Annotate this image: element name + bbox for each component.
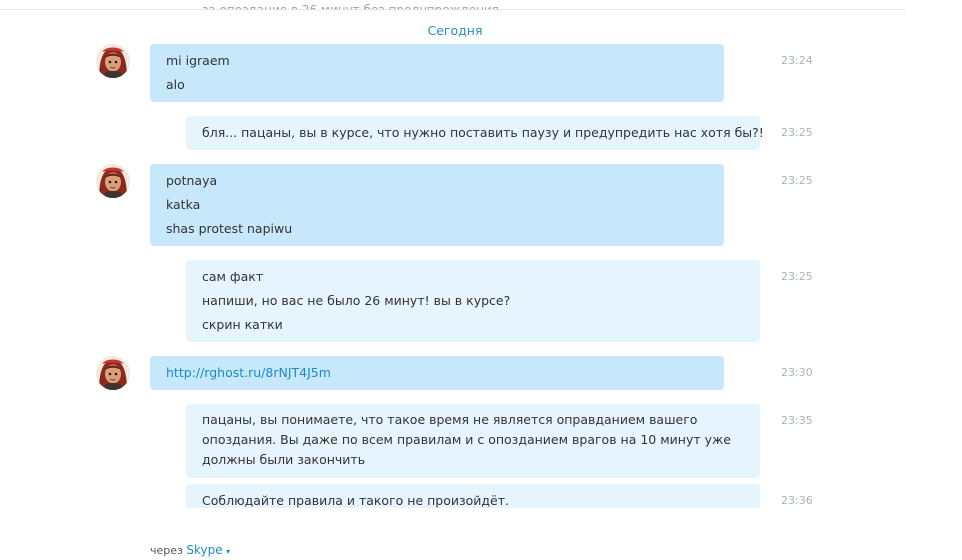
message-bubble-incoming[interactable]: mi igraem alo <box>150 44 724 102</box>
date-separator: Сегодня <box>427 23 483 38</box>
message-bubble-outgoing[interactable]: сам факт напиши, но вас не было 26 минут… <box>186 260 760 342</box>
message-line: shas protest napiwu <box>166 221 293 236</box>
message-timestamp: 23:30 <box>781 366 813 379</box>
message-link[interactable]: http://rghost.ru/8rNJT4J5m <box>166 365 331 380</box>
message-bubble-incoming[interactable]: potnaya katka shas protest napiwu <box>150 164 724 246</box>
message-bubble-incoming[interactable]: http://rghost.ru/8rNJT4J5m <box>150 356 724 390</box>
message-timestamp: 23:35 <box>781 414 813 427</box>
message-line: бля... пацаны, вы в курсе, что нужно пос… <box>202 125 764 140</box>
send-via-selector[interactable]: через Skype ▾ <box>150 543 230 557</box>
message-line: напиши, но вас не было 26 минут! вы в ку… <box>202 293 511 308</box>
message-line: сам факт <box>202 269 264 284</box>
message-bubble-outgoing[interactable]: пацаны, вы понимаете, что такое время не… <box>186 404 760 478</box>
message-line: mi igraem <box>166 53 230 68</box>
previous-message-text: за опоздание в 26 минут без предупрежден… <box>202 3 499 17</box>
service-name[interactable]: Skype <box>186 543 222 557</box>
user-avatar-icon[interactable] <box>96 164 130 198</box>
message-line: Соблюдайте правила и такого не произойдё… <box>202 493 509 508</box>
chat-history: за опоздание в 26 минут без предупрежден… <box>0 0 962 508</box>
user-avatar-icon[interactable] <box>96 44 130 78</box>
message-line: скрин катки <box>202 317 283 332</box>
chevron-down-icon[interactable]: ▾ <box>226 547 230 556</box>
message-timestamp: 23:25 <box>781 270 813 283</box>
message-timestamp: 23:24 <box>781 54 813 67</box>
message-line: potnaya <box>166 173 218 188</box>
message-bubble-outgoing[interactable]: бля... пацаны, вы в курсе, что нужно пос… <box>186 116 764 150</box>
message-line: katka <box>166 197 201 212</box>
message-bubble-outgoing[interactable]: Соблюдайте правила и такого не произойдё… <box>186 484 760 508</box>
message-timestamp: 23:36 <box>781 494 813 507</box>
message-line: alo <box>166 77 185 92</box>
message-timestamp: 23:25 <box>781 126 813 139</box>
message-text: пацаны, вы понимаете, что такое время не… <box>202 412 731 467</box>
user-avatar-icon[interactable] <box>96 356 130 390</box>
message-timestamp: 23:25 <box>781 174 813 187</box>
via-label: через <box>150 544 183 557</box>
